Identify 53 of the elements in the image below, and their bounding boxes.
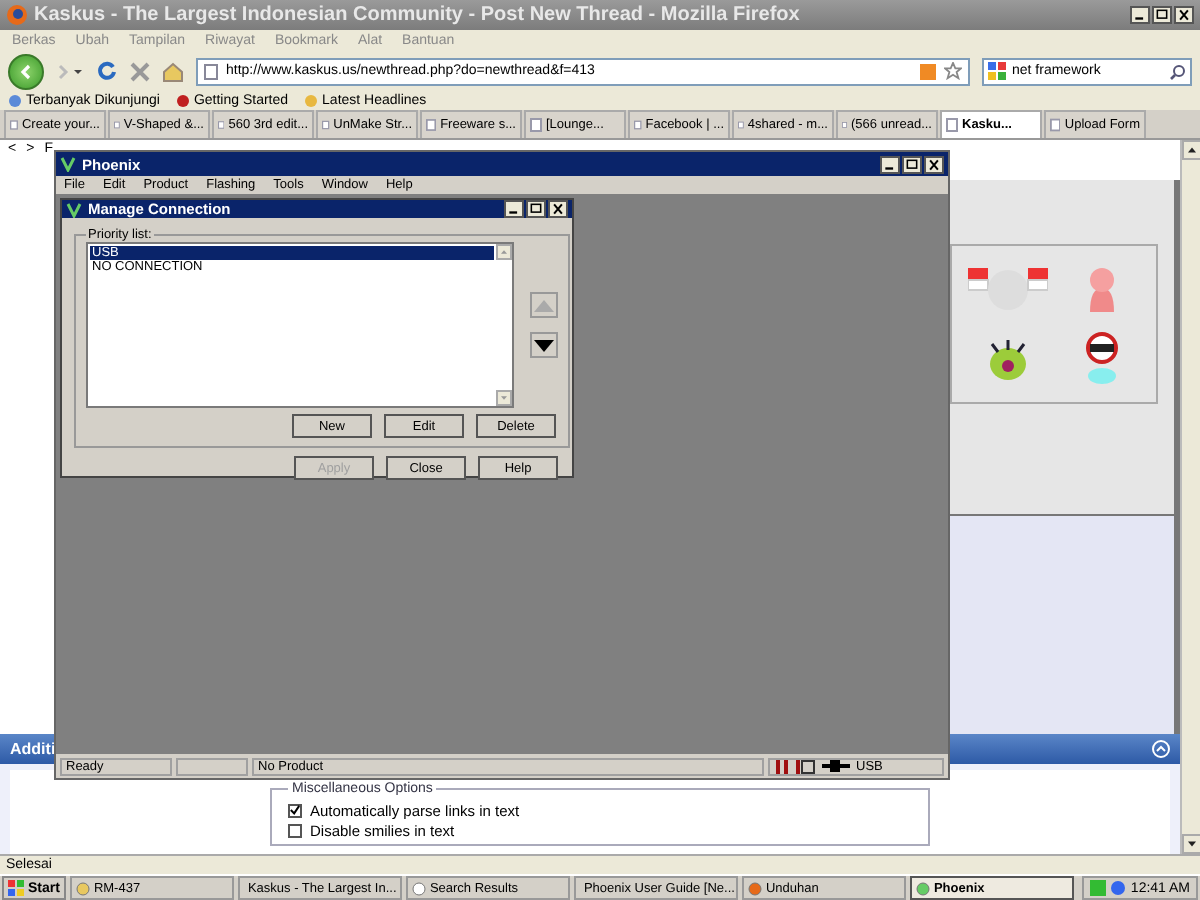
minimize-button[interactable]	[1130, 6, 1150, 25]
google-icon	[988, 62, 1006, 81]
section-title: Additi	[10, 740, 56, 759]
close-button[interactable]	[1174, 6, 1194, 25]
check-icon	[290, 804, 300, 817]
scroll-down-icon[interactable]	[1182, 834, 1200, 855]
back-button[interactable]	[8, 53, 44, 90]
page-icon	[842, 118, 848, 133]
page-icon	[1050, 118, 1061, 133]
triangle-up-icon	[534, 299, 554, 312]
page-icon	[426, 118, 437, 133]
rss-icon	[920, 63, 936, 80]
maximize-button[interactable]	[1152, 6, 1172, 25]
collapse-icon[interactable]	[1152, 740, 1170, 759]
checkbox[interactable]	[288, 823, 302, 838]
page-icon	[114, 118, 120, 133]
firefox-icon	[6, 4, 28, 27]
dot-icon	[8, 94, 22, 109]
star-icon	[944, 62, 962, 81]
page-icon	[946, 118, 958, 133]
page-icon	[634, 118, 642, 133]
scroll-up-icon[interactable]	[1182, 140, 1200, 161]
maximize-button[interactable]	[526, 200, 546, 219]
page-icon	[10, 118, 18, 133]
page-icon	[218, 118, 225, 133]
checkbox[interactable]	[288, 803, 302, 818]
app-icon	[747, 881, 762, 895]
app-icon	[411, 881, 426, 895]
window-title: Kaskus - The Largest Indonesian Community - Post New Thread - Mozilla Firefox	[34, 4, 802, 27]
minimize-button[interactable]	[504, 200, 524, 219]
status-pane	[176, 757, 248, 776]
search-icon	[1170, 63, 1186, 80]
forward-button[interactable]	[56, 61, 84, 82]
page-icon	[204, 63, 218, 80]
triangle-down-icon	[534, 339, 554, 352]
move-down-button[interactable]	[530, 332, 558, 359]
app-icon	[915, 881, 930, 895]
page-icon	[738, 118, 744, 133]
dot-icon	[304, 94, 319, 109]
close-button[interactable]	[924, 155, 944, 174]
minimize-button[interactable]	[880, 155, 900, 174]
home-button[interactable]	[162, 61, 184, 82]
dot-icon	[175, 94, 190, 109]
app-icon	[60, 156, 76, 173]
scrollbar[interactable]	[1180, 140, 1200, 855]
windows-icon	[8, 880, 24, 896]
page-icon	[322, 118, 330, 133]
page-icon	[530, 118, 542, 133]
close-button[interactable]	[548, 200, 568, 219]
reload-button[interactable]	[96, 60, 118, 83]
app-icon	[66, 201, 82, 218]
app-icon	[75, 881, 90, 895]
maximize-button[interactable]	[902, 155, 922, 174]
